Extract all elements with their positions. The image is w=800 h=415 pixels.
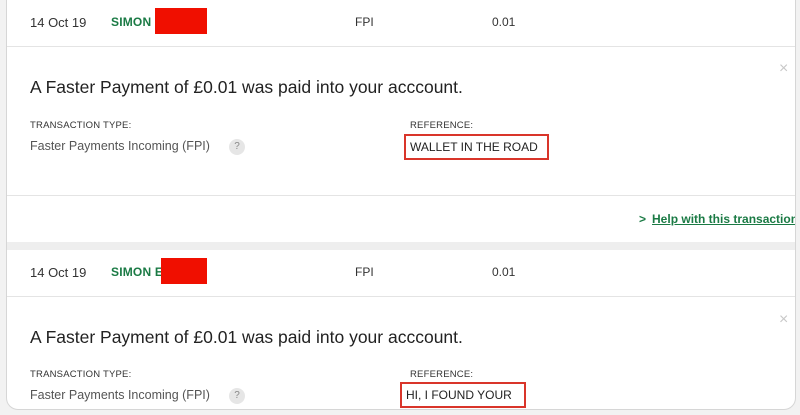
transaction-date: 14 Oct 19 [30,265,87,280]
transaction-payee: SIMON [111,15,152,29]
transaction-row[interactable]: 14 Oct 19 SIMON E FPI 0.01 [7,250,795,296]
help-icon[interactable]: ? [229,139,245,155]
reference-value: WALLET IN THE ROAD [404,134,549,160]
transaction-amount: 0.01 [492,15,516,29]
help-icon[interactable]: ? [229,388,245,404]
help-with-transaction-link[interactable]: > Help with this transaction [639,212,796,226]
transaction-type-label: TRANSACTION TYPE: [30,369,132,380]
reference-label: REFERENCE: [410,369,474,380]
transaction-detail: × A Faster Payment of £0.01 was paid int… [7,47,795,197]
reference-label: REFERENCE: [410,120,474,131]
redaction-box [155,8,207,34]
transaction-amount: 0.01 [492,265,516,279]
transaction-type-value: Faster Payments Incoming (FPI) [30,139,210,153]
transaction-type-label: TRANSACTION TYPE: [30,120,132,131]
close-icon[interactable]: × [779,311,788,329]
redaction-box [161,258,207,284]
transaction-date: 14 Oct 19 [30,15,87,30]
payment-message: A Faster Payment of £0.01 was paid into … [30,327,463,347]
transaction-detail: × A Faster Payment of £0.01 was paid int… [7,297,795,409]
reference-value: HI, I FOUND YOUR [400,382,526,408]
payment-message: A Faster Payment of £0.01 was paid into … [30,77,463,97]
transaction-type-code: FPI [355,15,374,29]
transaction-type-value: Faster Payments Incoming (FPI) [30,388,210,402]
transactions-panel: 14 Oct 19 SIMON FPI 0.01 × A Faster Paym… [6,0,796,410]
transaction-row[interactable]: 14 Oct 19 SIMON FPI 0.01 [7,0,795,46]
chevron-right-icon: > [639,212,647,226]
row-separator [7,242,795,250]
close-icon[interactable]: × [779,60,788,78]
transaction-payee: SIMON E [111,265,164,279]
transaction-type-code: FPI [355,265,374,279]
help-link-label: Help with this transaction [652,212,796,226]
divider [7,195,795,196]
